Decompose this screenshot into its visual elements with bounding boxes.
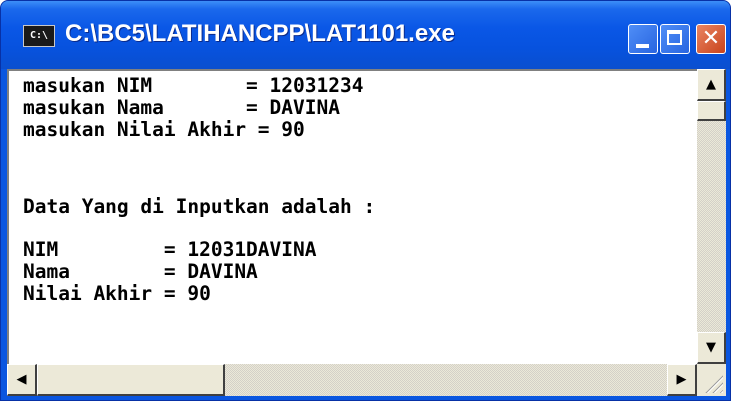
console-app-icon[interactable]: C:\ [23, 25, 55, 47]
console-line: masukan NIM = 12031234 [23, 74, 364, 97]
vertical-scroll-thumb[interactable] [697, 101, 726, 121]
resize-grip-icon [705, 375, 723, 393]
scroll-left-button[interactable]: ◀ [7, 364, 37, 396]
scroll-down-button[interactable]: ▼ [697, 332, 726, 364]
scroll-right-button[interactable]: ▶ [667, 364, 697, 396]
console-line: NIM = 12031DAVINA [23, 238, 317, 261]
scroll-up-button[interactable]: ▲ [697, 69, 726, 101]
console-window: C:\ C:\BC5\LATIHANCPP\LAT1101.exe ✕ masu… [0, 0, 731, 401]
resize-grip[interactable] [697, 364, 726, 396]
console-line: Nama = DAVINA [23, 260, 258, 283]
close-button[interactable]: ✕ [696, 24, 726, 54]
console-output[interactable]: masukan NIM = 12031234 masukan Nama = DA… [7, 69, 697, 364]
console-line: Data Yang di Inputkan adalah : [23, 195, 376, 218]
scroll-left-arrow-icon: ◀ [16, 372, 27, 387]
horizontal-scroll-thumb[interactable] [37, 364, 225, 396]
minimize-icon [636, 44, 649, 48]
scroll-right-arrow-icon: ▶ [676, 372, 687, 387]
maximize-button[interactable] [660, 24, 690, 54]
close-icon: ✕ [701, 26, 721, 51]
window-title: C:\BC5\LATIHANCPP\LAT1101.exe [65, 20, 455, 47]
console-line: masukan Nilai Akhir = 90 [23, 118, 305, 141]
console-line: Nilai Akhir = 90 [23, 282, 211, 305]
console-line: masukan Nama = DAVINA [23, 96, 340, 119]
scroll-down-arrow-icon: ▼ [706, 340, 716, 355]
minimize-button[interactable] [628, 24, 658, 54]
title-bar[interactable]: C:\ C:\BC5\LATIHANCPP\LAT1101.exe ✕ [1, 1, 730, 69]
scroll-up-arrow-icon: ▲ [706, 77, 716, 92]
horizontal-scrollbar[interactable]: ◀ ▶ [7, 364, 697, 396]
maximize-icon [667, 30, 682, 45]
vertical-scrollbar[interactable]: ▲ ▼ [697, 69, 726, 364]
